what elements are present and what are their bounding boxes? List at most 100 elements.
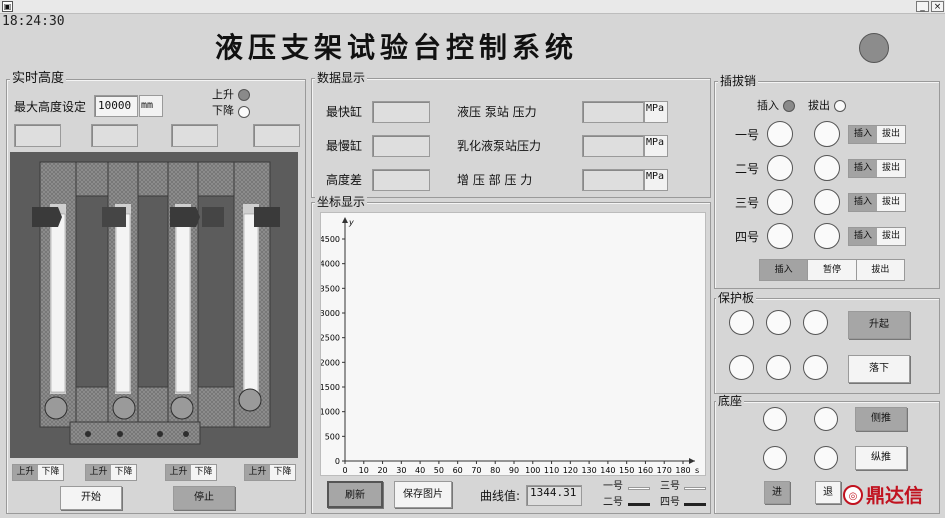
system-menu-icon[interactable]: ▣ xyxy=(2,1,13,12)
cylinder-2-updown: 上升 下降 xyxy=(85,464,137,481)
save-image-button[interactable]: 保存图片 xyxy=(394,481,452,508)
x-tick-label: 100 xyxy=(525,466,540,475)
booster-pressure-field xyxy=(582,169,644,191)
cylinder-2-down-button[interactable]: 下降 xyxy=(111,465,136,480)
base-label: 底座 xyxy=(716,394,745,408)
x-tick-label: 80 xyxy=(490,466,500,475)
x-axis-label: s xyxy=(695,466,699,475)
guard-indicator-3 xyxy=(803,310,828,335)
cylinder-4-down-button[interactable]: 下降 xyxy=(270,465,295,480)
x-tick-label: 70 xyxy=(471,466,481,475)
pin-row-3-label: 三号 xyxy=(735,196,760,210)
y-axis-label: y xyxy=(348,218,354,227)
status-lamp-icon xyxy=(859,33,889,63)
y-tick-label: 4500 xyxy=(321,235,340,244)
pin-1-extract-button[interactable]: 拔出 xyxy=(877,126,905,143)
pin-row-1-label: 一号 xyxy=(735,128,760,142)
legend-2-swatch xyxy=(628,503,650,506)
cylinder-1-down-button[interactable]: 下降 xyxy=(38,465,63,480)
curve-chart: 0 10 20 30 40 50 60 70 80 90 100 110 120 130 140 150 160… xyxy=(320,212,706,476)
legend-2-label: 二号 xyxy=(603,497,623,508)
legend-4-swatch xyxy=(684,503,706,506)
data-display-label: 数据显示 xyxy=(315,71,368,85)
x-tick-label: 10 xyxy=(359,466,369,475)
cylinder-4-up-button[interactable]: 上升 xyxy=(245,465,270,480)
forward-button[interactable]: 进 xyxy=(764,481,790,504)
slowest-cylinder-field xyxy=(372,135,430,157)
pin-1-insert-button[interactable]: 插入 xyxy=(849,126,877,143)
legend-1-label: 一号 xyxy=(603,481,623,492)
pin-global-controls: 插入 暂停 拔出 xyxy=(759,259,905,281)
legend-4-label: 四号 xyxy=(660,497,680,508)
pin-4-extract-button[interactable]: 拔出 xyxy=(877,228,905,245)
pin-2-controls: 插入 拔出 xyxy=(848,159,906,178)
base-indicator-2 xyxy=(814,407,838,431)
up-radio-label: 上升 xyxy=(212,88,234,101)
start-button[interactable]: 开始 xyxy=(60,486,122,510)
pin-1-right-indicator xyxy=(814,121,840,147)
pin-2-insert-button[interactable]: 插入 xyxy=(849,160,877,177)
guard-indicator-2 xyxy=(766,310,791,335)
app-title: 液压支架试验台控制系统 xyxy=(215,31,579,64)
booster-pressure-unit: MPa xyxy=(644,169,668,191)
cylinder-3-height-field xyxy=(171,124,218,147)
slowest-cylinder-label: 最慢缸 xyxy=(326,139,363,153)
base-indicator-3 xyxy=(763,446,787,470)
max-height-input[interactable]: 10000 xyxy=(94,95,138,117)
guard-indicator-6 xyxy=(803,355,828,380)
pin-1-controls: 插入 拔出 xyxy=(848,125,906,144)
pin-3-controls: 插入 拔出 xyxy=(848,193,906,212)
side-push-button[interactable]: 侧推 xyxy=(855,407,907,431)
y-tick-label: 3000 xyxy=(321,309,340,318)
pin-all-extract-button[interactable]: 拔出 xyxy=(856,260,904,280)
pin-insert-radio[interactable] xyxy=(783,100,795,112)
guard-indicator-4 xyxy=(729,355,754,380)
y-tick-label: 2000 xyxy=(321,358,340,367)
y-tick-label: 1000 xyxy=(321,408,340,417)
pin-row-2-label: 二号 xyxy=(735,162,760,176)
hydraulic-pump-pressure-label: 液压 泵站 压力 xyxy=(457,105,537,119)
guard-lower-button[interactable]: 落下 xyxy=(848,355,910,383)
hydraulic-pump-pressure-unit: MPa xyxy=(644,101,668,123)
x-tick-label: 90 xyxy=(509,466,519,475)
pin-3-extract-button[interactable]: 拔出 xyxy=(877,194,905,211)
stop-button[interactable]: 停止 xyxy=(173,486,235,510)
pin-4-right-indicator xyxy=(814,223,840,249)
pin-2-right-indicator xyxy=(814,155,840,181)
cylinder-3-up-button[interactable]: 上升 xyxy=(166,465,191,480)
pin-3-left-indicator xyxy=(767,189,793,215)
cylinder-1-up-button[interactable]: 上升 xyxy=(13,465,38,480)
pin-all-insert-button[interactable]: 插入 xyxy=(760,260,808,280)
watermark-logo-icon: ◎ xyxy=(843,485,863,505)
guard-raise-button[interactable]: 升起 xyxy=(848,311,910,339)
up-radio[interactable] xyxy=(238,89,250,101)
base-indicator-4 xyxy=(814,446,838,470)
y-tick-label: 500 xyxy=(325,432,340,441)
back-button[interactable]: 退 xyxy=(815,481,841,504)
pin-3-insert-button[interactable]: 插入 xyxy=(849,194,877,211)
pin-2-left-indicator xyxy=(767,155,793,181)
minimize-button[interactable]: _ xyxy=(916,1,929,12)
pin-extract-radio-label: 拔出 xyxy=(808,99,830,112)
emulsion-pump-pressure-label: 乳化液泵站压力 xyxy=(457,139,542,153)
booster-pressure-label: 增 压 部 压 力 xyxy=(457,173,533,187)
guard-indicator-5 xyxy=(766,355,791,380)
refresh-button[interactable]: 刷新 xyxy=(327,481,383,508)
pin-extract-radio[interactable] xyxy=(834,100,846,112)
close-button[interactable]: × xyxy=(931,1,944,12)
x-tick-label: 50 xyxy=(434,466,444,475)
y-tick-label: 2500 xyxy=(321,334,340,343)
pin-pause-button[interactable]: 暂停 xyxy=(807,260,857,280)
cylinder-4-updown: 上升 下降 xyxy=(244,464,296,481)
pin-2-extract-button[interactable]: 拔出 xyxy=(877,160,905,177)
curve-value-field: 1344.31 xyxy=(526,485,582,506)
pin-4-insert-button[interactable]: 插入 xyxy=(849,228,877,245)
cylinder-3-down-button[interactable]: 下降 xyxy=(191,465,216,480)
down-radio[interactable] xyxy=(238,106,250,118)
pin-1-left-indicator xyxy=(767,121,793,147)
guard-indicator-1 xyxy=(729,310,754,335)
x-axis-arrow-icon xyxy=(689,458,695,464)
longitudinal-push-button[interactable]: 纵推 xyxy=(855,446,907,470)
cylinder-2-up-button[interactable]: 上升 xyxy=(86,465,111,480)
legend-3-swatch xyxy=(684,487,706,490)
